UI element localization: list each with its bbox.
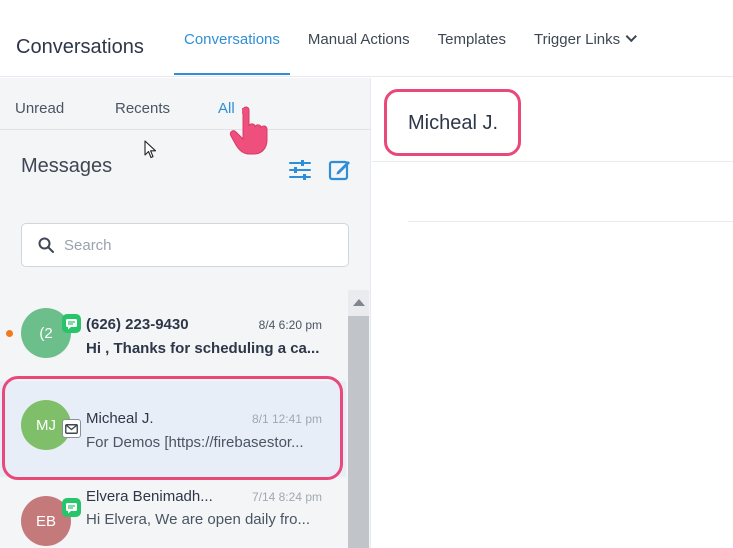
message-preview: Hi , Thanks for scheduling a ca... <box>86 340 320 357</box>
conversation-item[interactable]: EB Elvera Benimadh... 7/14 8:24 pm Hi El… <box>0 476 346 548</box>
sms-icon <box>62 498 81 517</box>
scrollbar[interactable] <box>348 290 369 548</box>
contact-name: Elvera Benimadh... <box>86 488 213 505</box>
email-icon <box>62 419 81 438</box>
divider <box>372 161 733 162</box>
tab-label: Manual Actions <box>307 31 410 48</box>
divider <box>408 221 733 222</box>
pointing-hand-icon <box>226 104 274 161</box>
tab-label: Trigger Links <box>534 31 621 48</box>
message-time: 7/14 8:24 pm <box>251 490 322 504</box>
mouse-pointer-icon <box>144 140 158 165</box>
conversation-item-selected[interactable]: MJ Micheal J. 8/1 12:41 pm For Demos [ht… <box>0 381 346 477</box>
message-time: 8/1 12:41 pm <box>251 412 322 426</box>
conversation-list: (2 (626) 223-9430 8/4 6:20 pm Hi , Thank… <box>0 290 346 548</box>
top-bar: Conversations Conversations Manual Actio… <box>0 0 733 77</box>
unread-dot <box>6 330 13 337</box>
tab-templates[interactable]: Templates <box>428 0 516 77</box>
scroll-up-arrow-icon[interactable] <box>353 299 365 306</box>
search-icon <box>38 237 54 253</box>
tab-manual-actions[interactable]: Manual Actions <box>298 0 420 77</box>
chevron-down-icon <box>625 30 638 42</box>
contact-name: (626) 223-9430 <box>86 316 189 333</box>
tab-trigger-links[interactable]: Trigger Links <box>524 0 646 77</box>
search-box[interactable] <box>21 223 349 267</box>
compose-icon[interactable] <box>328 158 352 182</box>
tab-conversations[interactable]: Conversations <box>174 0 290 77</box>
message-preview: Hi Elvera, We are open daily fro... <box>86 511 310 528</box>
messages-heading: Messages <box>21 155 113 177</box>
tab-label: Conversations <box>184 31 280 48</box>
message-time: 8/4 6:20 pm <box>258 318 322 332</box>
filter-tabs: Unread Recents All <box>0 78 371 130</box>
message-preview: For Demos [https://firebasestor... <box>86 434 304 451</box>
scrollbar-thumb[interactable] <box>348 316 369 548</box>
conversations-sidebar: Unread Recents All Messages (2 <box>0 78 371 548</box>
tab-label: Templates <box>437 31 506 48</box>
app-title: Conversations <box>16 36 144 58</box>
conversation-item[interactable]: (2 (626) 223-9430 8/4 6:20 pm Hi , Thank… <box>0 290 346 386</box>
contact-name: Micheal J. <box>86 410 154 427</box>
filter-unread[interactable]: Unread <box>15 100 64 117</box>
search-input[interactable] <box>64 236 324 254</box>
active-contact-name: Micheal J. <box>408 112 499 134</box>
sms-icon <box>62 314 81 333</box>
filter-recents[interactable]: Recents <box>115 100 170 117</box>
main-nav: Conversations Manual Actions Templates T… <box>174 0 654 77</box>
filter-settings-icon[interactable] <box>288 158 312 182</box>
